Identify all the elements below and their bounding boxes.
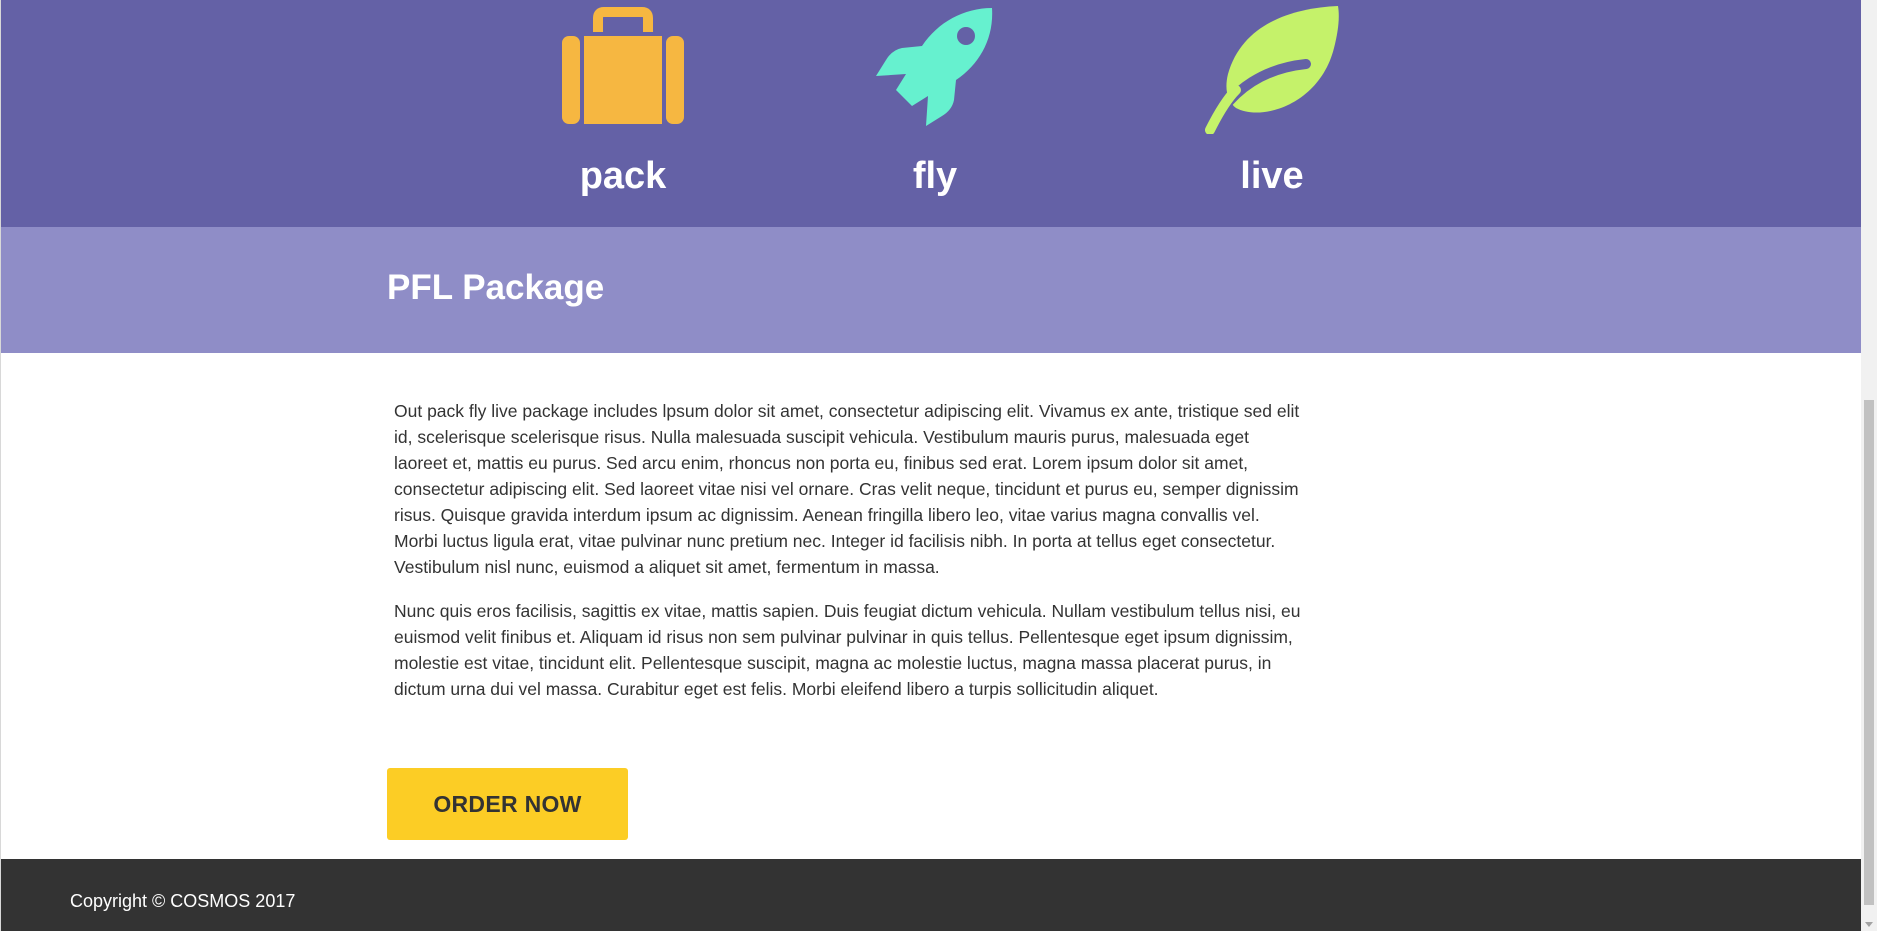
page: pack fly live PFL Package Out pack fly l…: [0, 0, 1862, 931]
leaf-icon-stem: [1205, 85, 1241, 134]
rocket-icon-body: [876, 8, 993, 126]
hero-features: pack fly live: [1, 0, 1862, 227]
luggage-icon-handle-slot: [608, 28, 638, 36]
scroll-down-arrow-icon[interactable]: [1865, 922, 1873, 927]
luggage-icon-body: [584, 36, 662, 124]
vertical-scrollbar[interactable]: [1861, 0, 1877, 931]
feature-pack: pack: [523, 0, 723, 227]
footer-copyright: Copyright © COSMOS 2017: [70, 891, 296, 911]
luggage-icon-left: [562, 36, 580, 124]
page-title: PFL Package: [387, 268, 605, 307]
description-paragraph-2: Nunc quis eros facilisis, sagittis ex vi…: [394, 601, 1301, 699]
feature-label-fly: fly: [912, 155, 958, 197]
footer: Copyright © COSMOS 2017: [1, 859, 1862, 931]
leaf-icon-blade: [1226, 6, 1339, 113]
browser-viewport: pack fly live PFL Package Out pack fly l…: [0, 0, 1877, 931]
order-now-button[interactable]: ORDER NOW: [387, 768, 628, 840]
description-paragraph-1: Out pack fly live package includes lpsum…: [394, 401, 1300, 577]
feature-label-live: live: [1240, 155, 1304, 197]
luggage-icon-right: [666, 36, 684, 124]
title-band: [1, 227, 1862, 353]
feature-label-pack: pack: [579, 155, 667, 197]
package-description: Out pack fly live package includes lpsum…: [394, 398, 1304, 720]
rocket-icon-window: [957, 27, 975, 45]
rocket-icon: [835, 4, 1035, 136]
leaf-icon: [1172, 4, 1372, 136]
feature-fly: fly: [835, 0, 1035, 227]
feature-live: live: [1172, 0, 1372, 227]
luggage-icon: [523, 4, 723, 136]
scrollbar-thumb[interactable]: [1864, 400, 1874, 905]
